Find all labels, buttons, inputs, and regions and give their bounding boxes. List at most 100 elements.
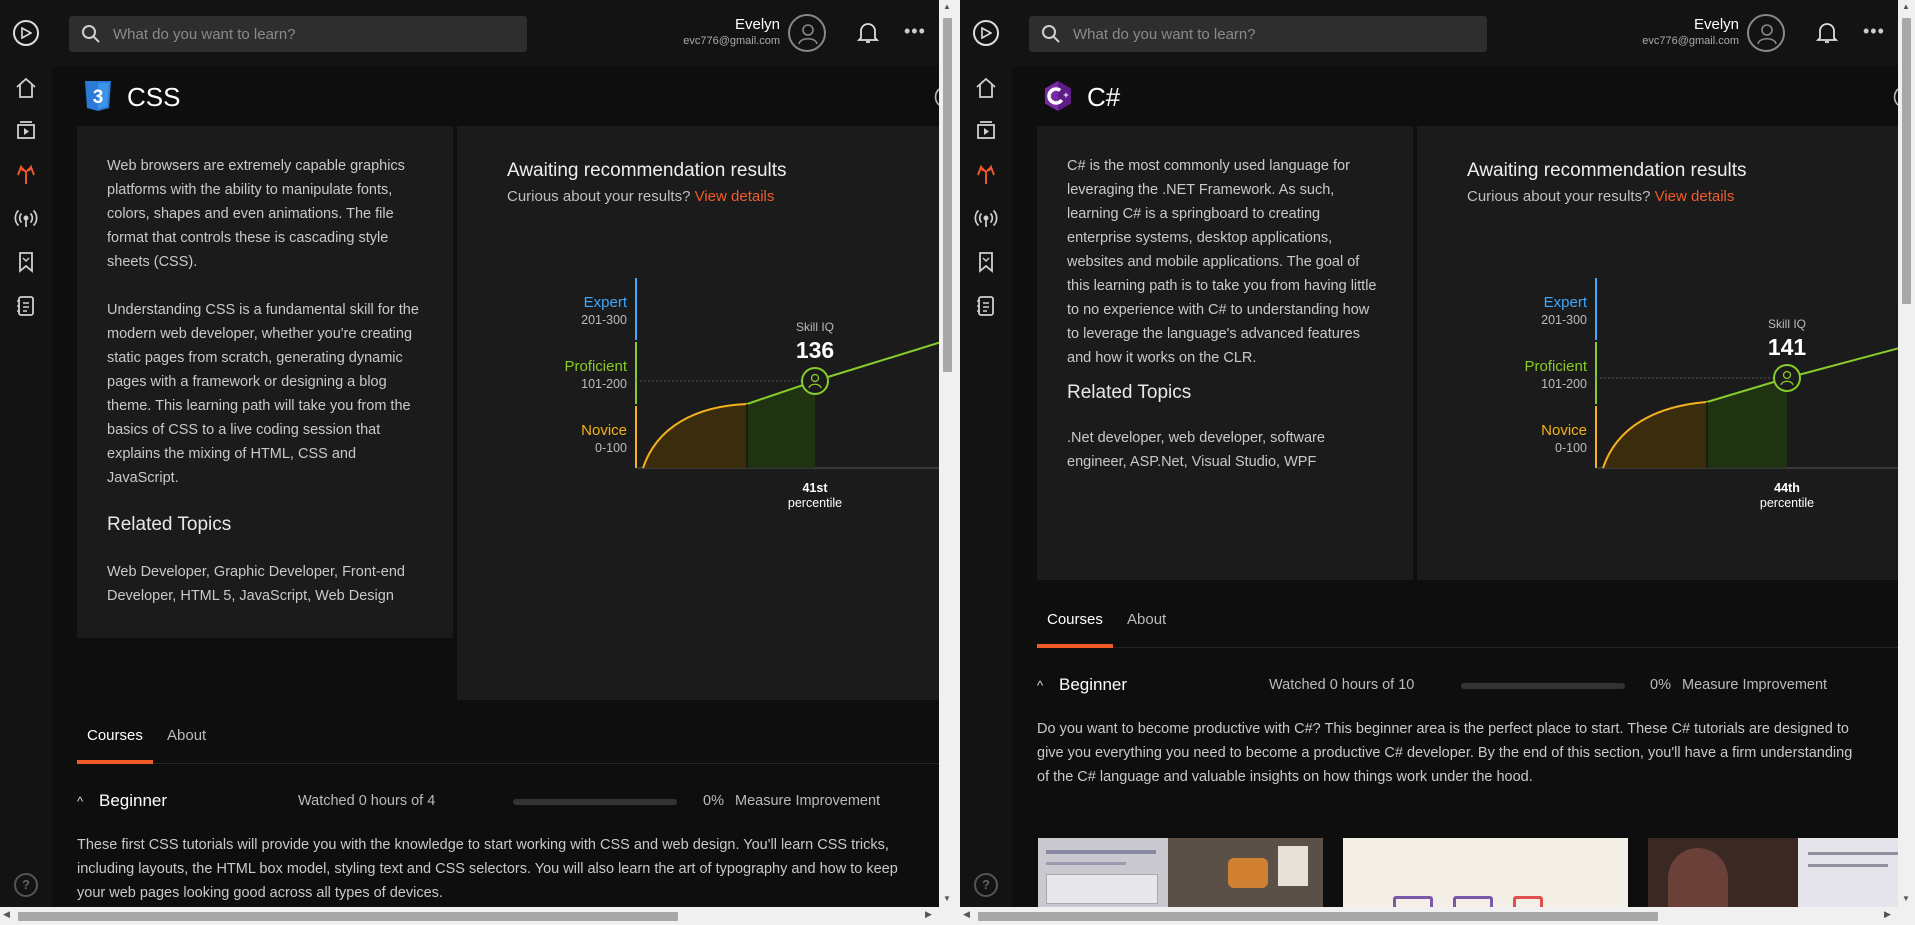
paths-icon[interactable] xyxy=(14,163,38,187)
vertical-scroll-thumb[interactable] xyxy=(943,18,952,372)
chevron-up-icon[interactable]: ^ xyxy=(77,794,83,809)
course-thumbnail[interactable] xyxy=(1648,838,1915,918)
tab-courses[interactable]: Courses xyxy=(77,708,153,764)
vertical-scrollbar[interactable]: ▲ ▼ xyxy=(1898,0,1915,907)
user-icon xyxy=(1757,24,1777,45)
channels-icon[interactable] xyxy=(974,206,998,230)
bookmark-icon[interactable] xyxy=(974,250,998,274)
measure-improvement-link[interactable]: Measure Improvement xyxy=(735,793,880,809)
skill-iq-label: Skill IQ xyxy=(1768,317,1806,331)
page-title: CSS xyxy=(127,82,181,112)
horizontal-scrollbar[interactable]: ◀ ▶ xyxy=(960,907,1915,925)
watched-hours: Watched 0 hours of 4 xyxy=(298,793,436,809)
search-icon xyxy=(1042,25,1060,43)
description-card: Web browsers are extremely capable graph… xyxy=(77,126,453,638)
level-progress-percent: 0% xyxy=(703,793,724,809)
vertical-scrollbar[interactable]: ▲ ▼ xyxy=(939,0,956,907)
bell-icon[interactable] xyxy=(1816,21,1838,45)
description-paragraph: Understanding CSS is a fundamental skill… xyxy=(107,302,419,486)
main-content: + C# C# is the most commonly used langua… xyxy=(1012,66,1915,925)
bell-icon[interactable] xyxy=(857,21,879,45)
course-thumbnail[interactable] xyxy=(1038,838,1323,918)
avatar[interactable] xyxy=(1747,14,1785,52)
tab-bar: Courses About xyxy=(77,708,956,764)
top-bar: Evelyn evc776@gmail.com ••• xyxy=(52,0,956,66)
course-thumbnail[interactable] xyxy=(1343,838,1628,918)
level-header-beginner[interactable]: ^ Beginner Watched 0 hours of 10 0% Meas… xyxy=(1037,667,1915,707)
paths-icon[interactable] xyxy=(974,163,998,187)
watched-hours: Watched 0 hours of 10 xyxy=(1269,677,1415,693)
search-input[interactable] xyxy=(1073,16,1473,52)
search-box[interactable] xyxy=(1029,16,1487,52)
user-name: Evelyn xyxy=(734,16,780,33)
related-topics-list: .Net developer, web developer, software … xyxy=(1067,430,1325,470)
scroll-up-icon[interactable]: ▲ xyxy=(943,2,951,11)
page-title: C# xyxy=(1087,82,1121,112)
level-range-novice: 0-100 xyxy=(595,441,627,455)
avatar[interactable] xyxy=(788,14,826,52)
user-email: evc776@gmail.com xyxy=(683,35,780,47)
level-range-proficient: 101-200 xyxy=(581,377,627,391)
level-range-expert: 201-300 xyxy=(1541,313,1587,327)
tab-about[interactable]: About xyxy=(157,708,216,764)
browse-icon[interactable] xyxy=(14,118,38,142)
home-icon[interactable] xyxy=(974,76,998,100)
home-icon[interactable] xyxy=(14,76,38,100)
scroll-right-icon[interactable]: ▶ xyxy=(1884,909,1891,920)
csharp-icon: + xyxy=(1045,81,1071,111)
measure-improvement-link[interactable]: Measure Improvement xyxy=(1682,677,1827,693)
user-email: evc776@gmail.com xyxy=(1642,35,1739,47)
level-name-proficient: Proficient xyxy=(1524,358,1587,375)
level-name-novice: Novice xyxy=(581,422,627,439)
level-range-novice: 0-100 xyxy=(1555,441,1587,455)
level-name-expert: Expert xyxy=(1544,294,1588,311)
scroll-left-icon[interactable]: ◀ xyxy=(3,909,10,920)
help-icon[interactable]: ? xyxy=(974,873,998,897)
pluralsight-logo-icon[interactable] xyxy=(13,20,39,46)
skill-iq-value: 141 xyxy=(1768,334,1807,360)
skill-iq-value: 136 xyxy=(796,337,834,363)
level-name-proficient: Proficient xyxy=(564,358,627,375)
scroll-right-icon[interactable]: ▶ xyxy=(925,909,932,920)
tab-about[interactable]: About xyxy=(1117,592,1176,648)
scroll-up-icon[interactable]: ▲ xyxy=(1902,2,1910,11)
horizontal-scroll-thumb[interactable] xyxy=(18,912,678,921)
chevron-up-icon[interactable]: ^ xyxy=(1037,678,1043,693)
tab-courses[interactable]: Courses xyxy=(1037,592,1113,648)
notes-icon[interactable] xyxy=(974,294,998,318)
proficient-curve xyxy=(1706,342,1915,403)
channels-icon[interactable] xyxy=(14,206,38,230)
search-input[interactable] xyxy=(113,16,513,52)
recommendation-card: Awaiting recommendation results Curious … xyxy=(457,126,956,700)
more-options-icon[interactable]: ••• xyxy=(904,22,925,40)
css3-icon: 3 xyxy=(85,81,111,111)
help-icon[interactable]: ? xyxy=(14,873,38,897)
page-header: 3 CSS xyxy=(52,66,956,122)
description-paragraph: Web browsers are extremely capable graph… xyxy=(107,158,405,270)
level-range-proficient: 101-200 xyxy=(1541,377,1587,391)
scroll-down-icon[interactable]: ▼ xyxy=(1902,894,1910,903)
more-options-icon[interactable]: ••• xyxy=(1863,22,1884,40)
nav-rail: ? xyxy=(0,0,52,925)
percentile-label: percentile xyxy=(788,496,842,510)
vertical-scroll-thumb[interactable] xyxy=(1902,18,1911,304)
scroll-left-icon[interactable]: ◀ xyxy=(963,909,970,920)
percentile-value: 44th xyxy=(1774,481,1800,495)
search-box[interactable] xyxy=(69,16,527,52)
related-topics-list: Web Developer, Graphic Developer, Front-… xyxy=(107,564,405,604)
horizontal-scrollbar[interactable]: ◀ ▶ xyxy=(0,907,956,925)
proficient-curve xyxy=(746,336,956,405)
svg-text:3: 3 xyxy=(93,87,104,108)
skill-iq-chart: Expert 201-300 Proficient 101-200 Novice… xyxy=(1524,278,1915,510)
notes-icon[interactable] xyxy=(14,294,38,318)
bookmark-icon[interactable] xyxy=(14,250,38,274)
description-paragraph: C# is the most commonly used language fo… xyxy=(1067,158,1377,366)
level-name: Beginner xyxy=(99,791,168,810)
level-header-beginner[interactable]: ^ Beginner Watched 0 hours of 4 0% Measu… xyxy=(77,783,956,823)
scroll-down-icon[interactable]: ▼ xyxy=(943,894,951,903)
pluralsight-logo-icon[interactable] xyxy=(973,20,999,46)
horizontal-scroll-thumb[interactable] xyxy=(978,912,1658,921)
browse-icon[interactable] xyxy=(974,118,998,142)
browser-pane-csharp: ? Evelyn evc776@gmail.com ••• + C# C# is… xyxy=(960,0,1915,925)
proficient-area xyxy=(747,381,815,468)
